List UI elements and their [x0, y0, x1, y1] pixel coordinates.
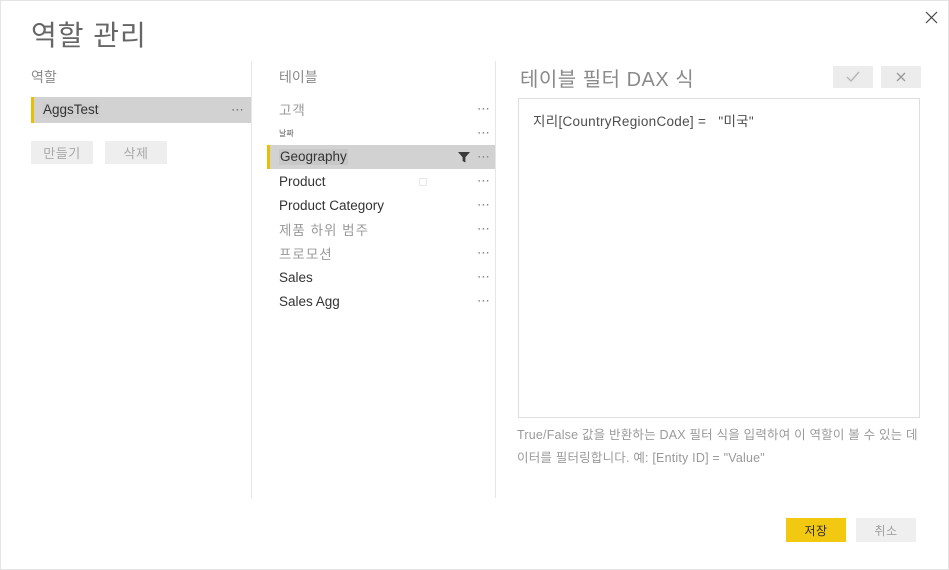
table-name-label: 날짜 [279, 128, 294, 138]
role-action-buttons: 만들기 삭제 [31, 141, 167, 164]
roles-section-label: 역할 [31, 69, 57, 85]
table-list-item[interactable]: 프로모션 ⋯ [267, 241, 495, 265]
table-name-label: 프로모션 [279, 247, 333, 262]
dax-action-buttons [833, 66, 921, 88]
manage-roles-dialog: 역할 관리 역할 테이블 테이블 필터 DAX 식 AggsTest ⋯ 만들기… [0, 0, 949, 570]
table-list-item[interactable]: 제품 하위 범주 ⋯ [267, 217, 495, 241]
roles-list: AggsTest ⋯ [31, 97, 251, 123]
table-list-item[interactable]: 고객 ⋯ [267, 97, 495, 121]
table-more-options-icon[interactable]: ⋯ [473, 270, 495, 283]
table-name-label: 고객 [279, 103, 306, 118]
table-list-item[interactable]: Geography ⋯ [267, 145, 495, 169]
selection-accent-bar [267, 145, 270, 169]
role-name-label: AggsTest [42, 102, 100, 118]
table-more-options-icon[interactable]: ⋯ [473, 150, 495, 163]
table-name-label: Product Category [279, 197, 385, 213]
selection-accent-bar [31, 97, 34, 123]
dax-accept-button[interactable] [833, 66, 873, 88]
table-more-options-icon[interactable]: ⋯ [473, 174, 495, 187]
dialog-footer: 저장 취소 [786, 518, 916, 542]
table-name-label: 제품 하위 범주 [279, 223, 370, 238]
page-title: 역할 관리 [31, 20, 147, 51]
table-name-label: Sales [279, 269, 313, 285]
table-name-label: Product [279, 173, 326, 189]
dax-section-label: 테이블 필터 DAX 식 [520, 69, 695, 91]
table-name-label: Geography [279, 149, 348, 165]
panel-divider-roles [251, 61, 252, 498]
table-more-options-icon[interactable]: ⋯ [473, 294, 495, 307]
filter-icon[interactable] [457, 150, 471, 164]
tables-section-label: 테이블 [279, 69, 318, 85]
table-more-options-icon[interactable]: ⋯ [473, 198, 495, 211]
role-more-options-icon[interactable]: ⋯ [231, 103, 245, 116]
save-button[interactable]: 저장 [786, 518, 846, 542]
table-name-label: Sales Agg [279, 293, 340, 309]
cancel-button[interactable]: 취소 [856, 518, 916, 542]
delete-role-button[interactable]: 삭제 [105, 141, 167, 164]
close-icon-glyph [925, 11, 937, 23]
create-role-button[interactable]: 만들기 [31, 141, 93, 164]
close-icon [896, 72, 906, 82]
dax-help-text: True/False 값을 반환하는 DAX 필터 식을 입력하여 이 역할이 … [517, 428, 918, 466]
table-list-item[interactable]: Sales Agg ⋯ [267, 289, 495, 313]
dax-expression-editor[interactable]: 지리[CountryRegionCode] = "미국" [518, 98, 920, 418]
role-list-item[interactable]: AggsTest ⋯ [31, 97, 251, 123]
table-more-options-icon[interactable]: ⋯ [473, 222, 495, 235]
table-more-options-icon[interactable]: ⋯ [473, 246, 495, 259]
table-more-options-icon[interactable]: ⋯ [473, 102, 495, 115]
table-list-item[interactable]: 날짜 ⋯ [267, 121, 495, 145]
table-more-options-icon[interactable]: ⋯ [473, 126, 495, 139]
dax-reject-button[interactable] [881, 66, 921, 88]
dax-expression-text: 지리[CountryRegionCode] = "미국" [533, 114, 754, 129]
tables-list: 고객 ⋯ 날짜 ⋯ Geography ⋯ Product ⋯ Product Category… [267, 97, 495, 313]
checkmark-icon [846, 71, 860, 83]
row-marker-icon [419, 178, 427, 186]
table-list-item[interactable]: Product Category ⋯ [267, 193, 495, 217]
panel-divider-tables [495, 61, 496, 498]
table-list-item[interactable]: Sales ⋯ [267, 265, 495, 289]
close-icon[interactable] [912, 1, 948, 33]
table-list-item[interactable]: Product ⋯ [267, 169, 495, 193]
